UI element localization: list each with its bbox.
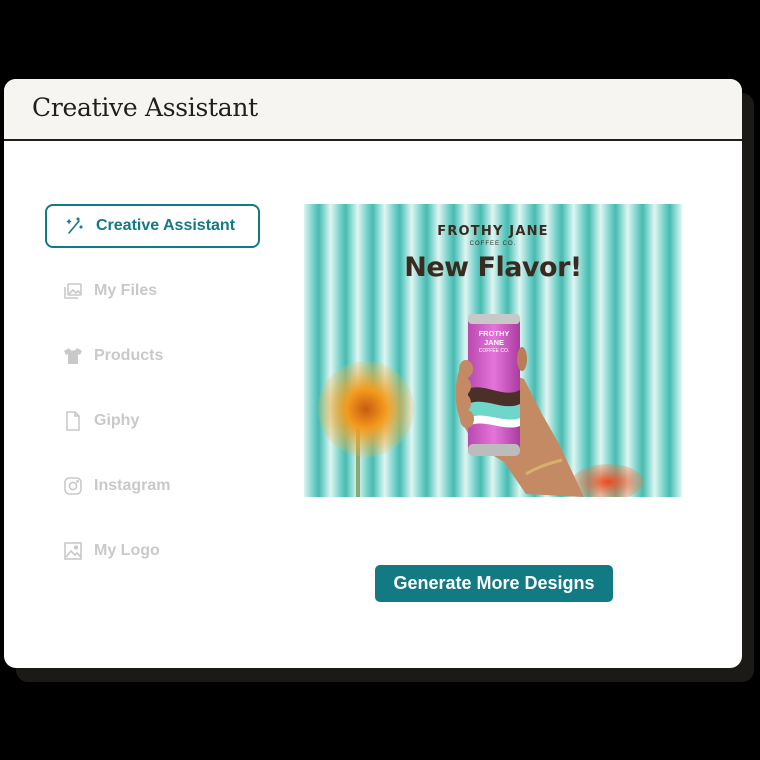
sidebar-item-label: My Logo: [94, 542, 160, 559]
sidebar-item-label: My Files: [94, 282, 158, 299]
tshirt-icon: [62, 345, 84, 367]
sidebar-item-label: Creative Assistant: [96, 217, 236, 234]
brand-name: FROTHY JANE: [437, 224, 549, 239]
sidebar: Creative Assistant My Files Products Gip…: [45, 204, 260, 594]
sidebar-item-my-logo[interactable]: My Logo: [45, 529, 260, 573]
can-subtitle: COFFEE CO.: [478, 348, 510, 354]
app-window: Creative Assistant Creative Assistant My…: [4, 79, 742, 668]
can-label: FROTHY JANE COFFEE CO.: [468, 329, 520, 356]
generate-more-designs-button[interactable]: Generate More Designs: [375, 565, 613, 602]
sidebar-item-my-files[interactable]: My Files: [45, 269, 260, 313]
magic-wand-icon: [64, 215, 86, 237]
design-headline: New Flavor!: [404, 252, 582, 283]
file-icon: [62, 410, 84, 432]
title-bar: Creative Assistant: [4, 79, 742, 141]
sidebar-item-giphy[interactable]: Giphy: [45, 399, 260, 443]
sidebar-item-products[interactable]: Products: [45, 334, 260, 378]
sidebar-item-creative-assistant[interactable]: Creative Assistant: [45, 204, 260, 248]
brand-subtitle: COFFEE CO.: [469, 241, 517, 247]
sidebar-item-label: Products: [94, 347, 164, 364]
can-brand: FROTHY JANE: [478, 329, 510, 347]
instagram-icon: [62, 475, 84, 497]
design-preview[interactable]: FROTHY JANE COFFEE CO. New Flavor! FROTH…: [304, 204, 682, 497]
sidebar-item-label: Instagram: [94, 477, 171, 494]
sidebar-item-instagram[interactable]: Instagram: [45, 464, 260, 508]
window-title: Creative Assistant: [32, 93, 258, 122]
sidebar-item-label: Giphy: [94, 412, 140, 429]
image-icon: [62, 540, 84, 562]
images-icon: [62, 280, 84, 302]
